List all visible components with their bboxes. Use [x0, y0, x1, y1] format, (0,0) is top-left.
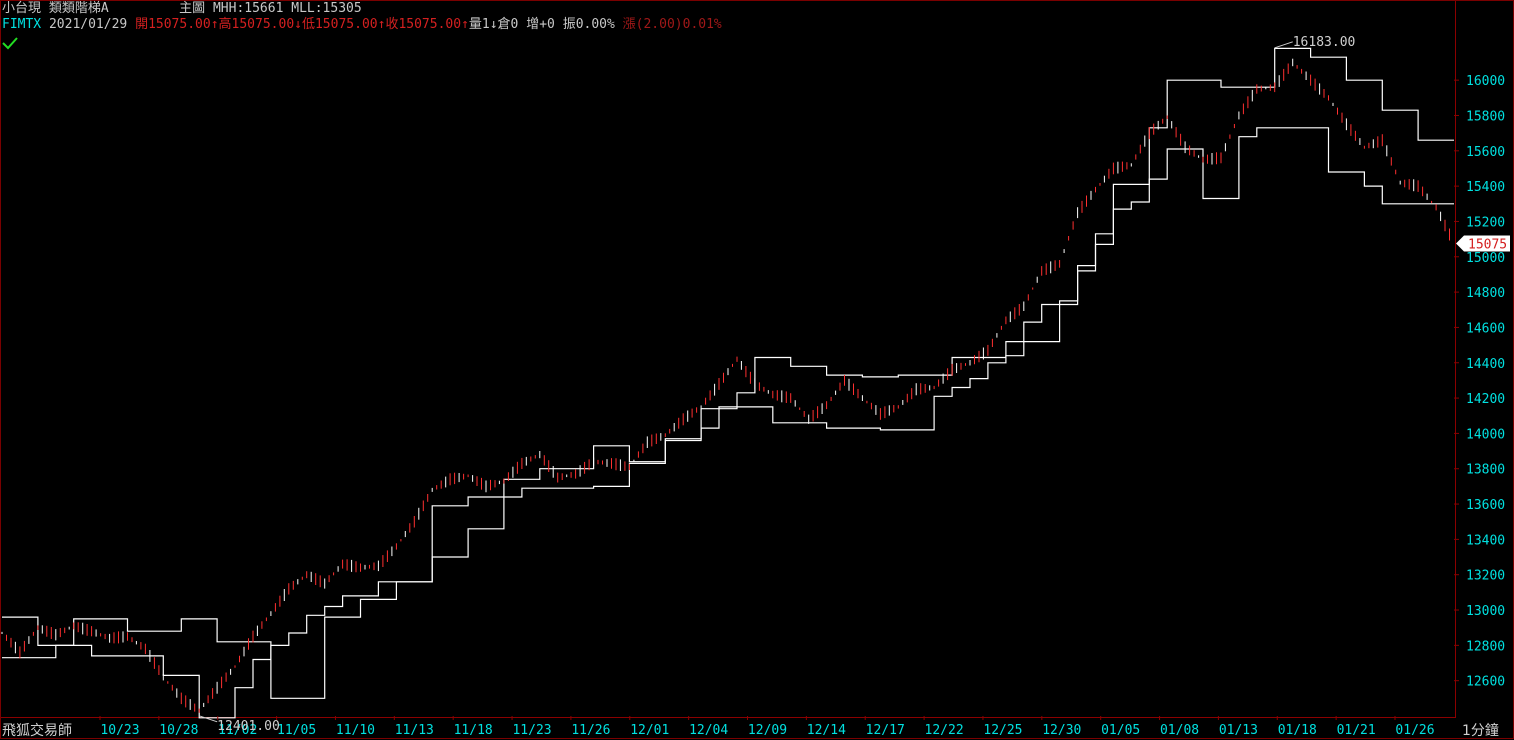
- x-tick-label: 12/25: [983, 723, 1022, 738]
- x-tick-label: 01/05: [1101, 723, 1140, 738]
- last-price-label: 15075: [1468, 238, 1507, 253]
- x-tick-label: 11/13: [395, 723, 434, 738]
- x-tick-label: 11/18: [454, 723, 493, 738]
- x-tick-label: 11/10: [336, 723, 375, 738]
- annotation-label: 12401.00: [217, 719, 280, 734]
- y-tick-label: 14800: [1466, 286, 1505, 301]
- annotation-label: 16183.00: [1293, 35, 1356, 50]
- brand-label: 飛狐交易師: [2, 723, 72, 739]
- y-tick-label: 14200: [1466, 392, 1505, 407]
- annotation-leader: [199, 715, 218, 723]
- x-tick-label: 10/28: [159, 723, 198, 738]
- x-tick-label: 12/14: [807, 723, 846, 738]
- x-tick-label: 11/23: [512, 723, 551, 738]
- x-tick-label: 01/26: [1395, 723, 1434, 738]
- x-tick-label: 12/22: [925, 723, 964, 738]
- y-tick-label: 12600: [1466, 675, 1505, 690]
- x-tick-label: 01/18: [1278, 723, 1317, 738]
- y-tick-label: 13200: [1466, 569, 1505, 584]
- y-axis: 12600 12800 13000 13200 13400 13600 13800 14000…: [1454, 74, 1505, 690]
- period-selector[interactable]: 1分鐘: [1462, 720, 1499, 740]
- x-tick-label: 01/13: [1219, 723, 1258, 738]
- annotation-leader: [1274, 41, 1293, 49]
- x-tick-label: 12/17: [866, 723, 905, 738]
- x-axis: 10/23 10/28 11/02 11/05 11/10 11/13 11/18 11/23…: [99, 716, 1435, 738]
- y-tick-label: 13400: [1466, 533, 1505, 548]
- x-tick-label: 12/30: [1042, 723, 1081, 738]
- y-tick-label: 14400: [1466, 357, 1505, 372]
- price-chart[interactable]: 12600 12800 13000 13200 13400 13600 13800 14000…: [0, 0, 1514, 739]
- candles: [1, 58, 1450, 713]
- lower-step-line: [2, 127, 1454, 719]
- x-tick-label: 01/21: [1337, 723, 1376, 738]
- x-tick-label: 12/09: [748, 723, 787, 738]
- y-tick-label: 15000: [1466, 251, 1505, 266]
- y-tick-label: 13600: [1466, 498, 1505, 513]
- x-tick-label: 12/01: [630, 723, 669, 738]
- y-tick-label: 14600: [1466, 321, 1505, 336]
- y-tick-label: 13000: [1466, 604, 1505, 619]
- x-tick-label: 01/08: [1160, 723, 1199, 738]
- x-tick-label: 11/26: [571, 723, 610, 738]
- y-tick-label: 13800: [1466, 463, 1505, 478]
- y-tick-label: 14000: [1466, 427, 1505, 442]
- y-tick-label: 15600: [1466, 145, 1505, 160]
- x-tick-label: 11/05: [277, 723, 316, 738]
- y-tick-label: 15200: [1466, 215, 1505, 230]
- y-tick-label: 15400: [1466, 180, 1505, 195]
- y-tick-label: 16000: [1466, 74, 1505, 89]
- x-tick-label: 12/04: [689, 723, 728, 738]
- x-tick-label: 10/23: [100, 723, 139, 738]
- annotations: 16183.00 12401.00 15075: [199, 35, 1510, 734]
- step-lines: [2, 47, 1454, 719]
- y-tick-label: 12800: [1466, 639, 1505, 654]
- y-tick-label: 15800: [1466, 109, 1505, 124]
